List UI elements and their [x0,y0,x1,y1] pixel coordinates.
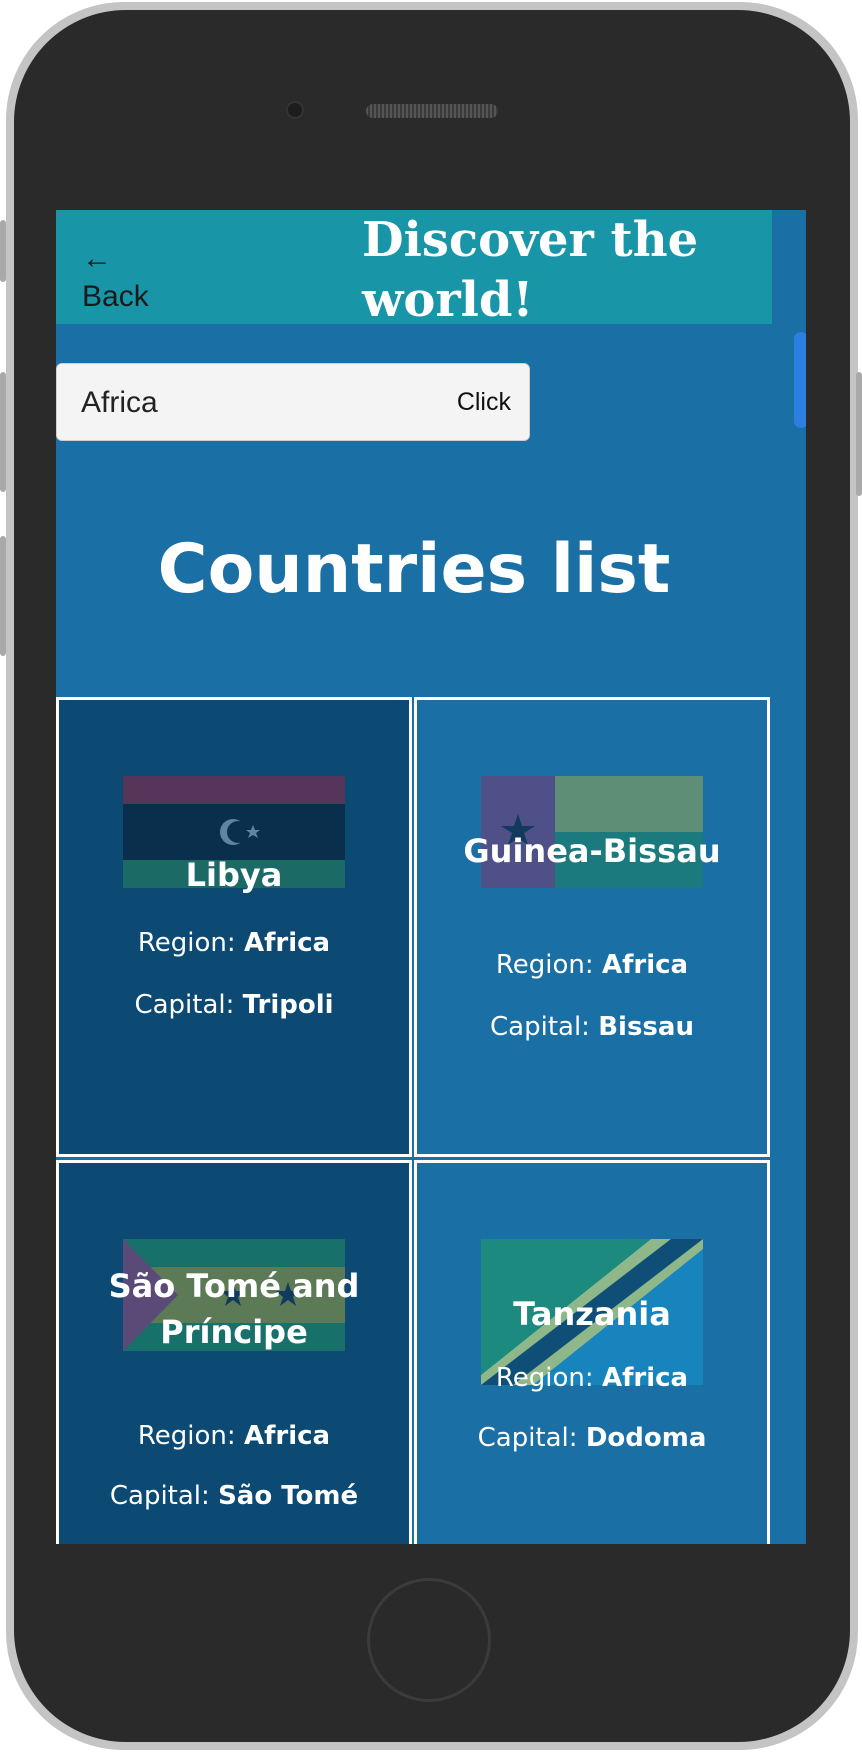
country-name: Tanzania [513,1295,671,1333]
country-capital: Capital: Tripoli [134,990,334,1020]
app-screen: ← Back Discover the world! Africa Click … [56,210,806,1544]
country-region: Region: Africa [137,928,331,958]
volume-up-button [0,372,6,492]
back-label: Back [82,280,149,313]
country-card-sao-tome[interactable]: São Tomé and Príncipe Region: Africa Cap… [56,1160,412,1544]
scrollbar-thumb[interactable] [794,332,806,428]
page-title: Discover the world! [362,212,699,328]
country-region: Region: Africa [495,950,689,980]
country-capital: Capital: São Tomé [109,1481,359,1511]
countries-list-title: Countries list [157,530,671,609]
front-camera [286,101,304,119]
back-arrow-icon: ← [82,242,112,275]
country-region: Region: Africa [137,1421,331,1451]
country-capital: Capital: Bissau [490,1012,694,1042]
country-card-guinea-bissau[interactable]: Guinea-Bissau Region: Africa Capital: Bi… [414,697,770,1157]
search-input[interactable]: Africa [81,386,158,420]
country-region: Region: Africa [495,1363,689,1393]
app-header: ← Back Discover the world! [56,210,772,328]
country-name: Guinea-Bissau [463,832,721,870]
volume-down-button [0,536,6,656]
earpiece-speaker [366,104,498,118]
power-button [856,372,862,496]
mute-switch [0,220,6,282]
country-name: São Tomé and Príncipe [108,1267,360,1351]
back-button[interactable]: ← Back [82,240,149,316]
country-name: Libya [185,856,283,894]
search-box: Africa Click [56,363,530,441]
home-button[interactable] [367,1578,491,1702]
country-card-tanzania[interactable]: Tanzania Region: Africa Capital: Dodoma [414,1160,770,1544]
search-button[interactable]: Click [457,388,511,417]
country-card-libya[interactable]: Libya Region: Africa Capital: Tripoli [56,697,412,1157]
country-capital: Capital: Dodoma [477,1423,707,1453]
